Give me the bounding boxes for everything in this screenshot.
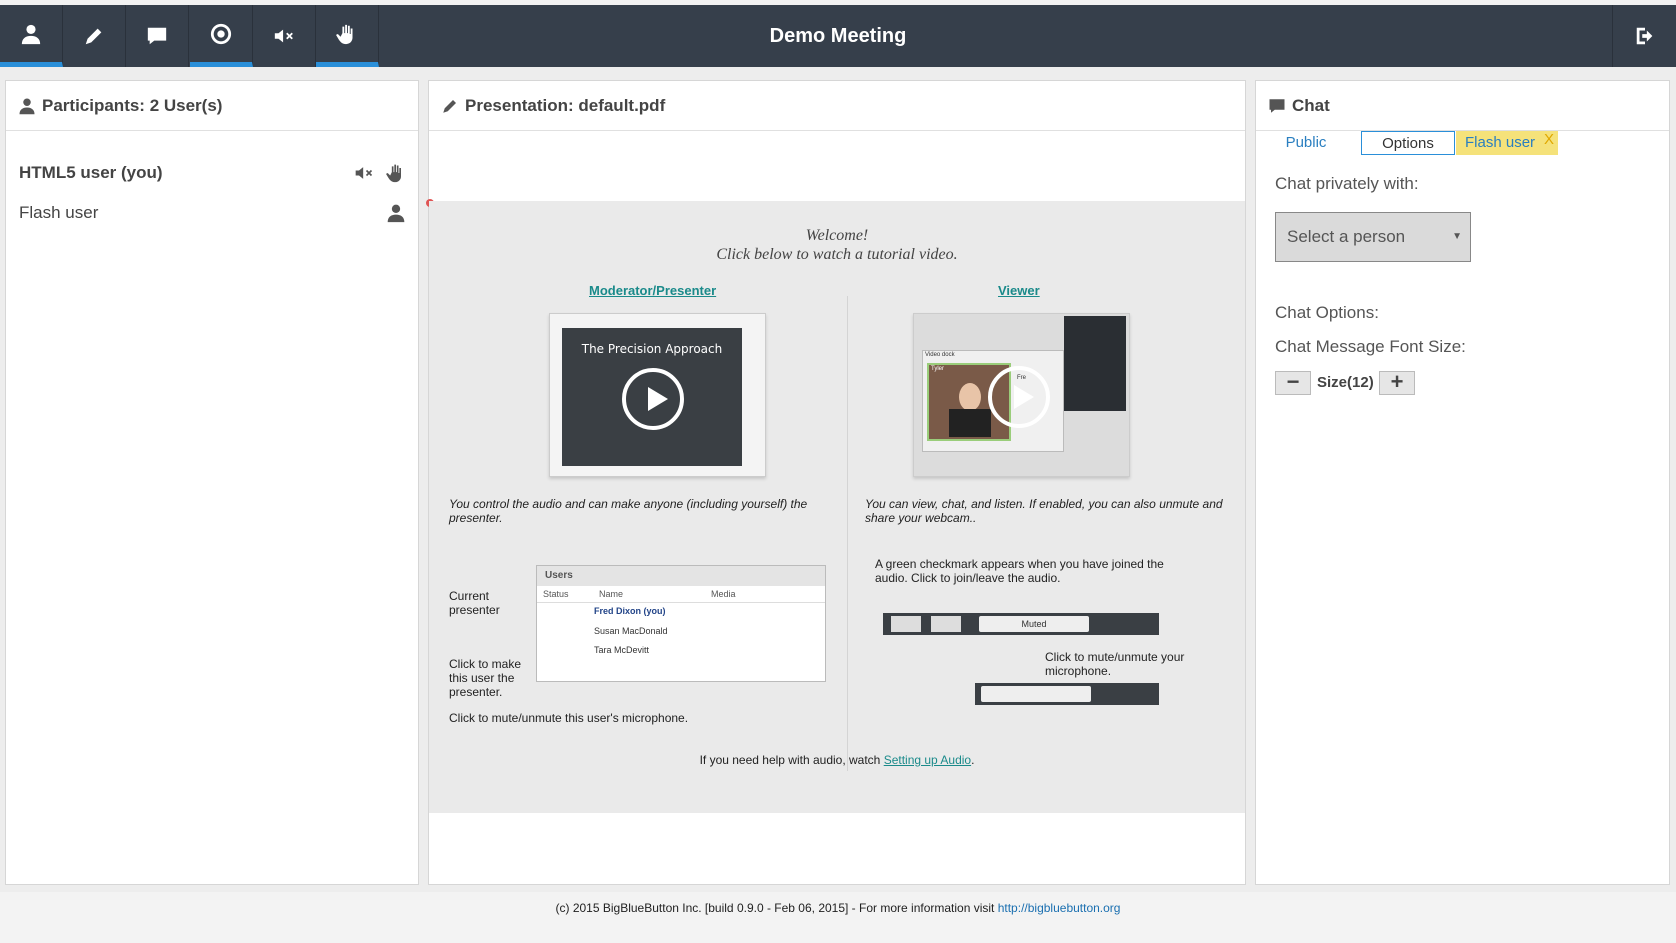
participant-row[interactable]: Flash user	[6, 193, 418, 233]
participant-name: HTML5 user (you)	[19, 163, 163, 182]
moderator-desc: You control the audio and can make anyon…	[449, 497, 808, 525]
users-button[interactable]	[0, 5, 63, 67]
audio-help-prefix: If you need help with audio, watch	[699, 753, 884, 767]
raise-hand-button[interactable]	[316, 5, 379, 67]
users-window-header: Status Name Media	[537, 586, 825, 603]
font-size-value: Size(12)	[1317, 374, 1374, 391]
viewer-video-thumb[interactable]: Video dock Tyler Fre	[913, 313, 1130, 477]
audio-bar-illustration: Muted	[883, 613, 1159, 635]
viewer-link[interactable]: Viewer	[998, 283, 1040, 298]
presentation-button[interactable]	[63, 5, 126, 67]
shirt	[949, 409, 991, 437]
webcam-icon	[931, 616, 961, 632]
pencil-icon	[85, 28, 102, 45]
footer-link[interactable]: http://bigbluebutton.org	[998, 901, 1121, 915]
logout-icon	[1636, 27, 1652, 45]
presentation-header: Presentation: default.pdf	[429, 81, 1245, 131]
hand-icon	[336, 24, 353, 44]
moderator-video-thumb[interactable]: The Precision Approach	[549, 313, 766, 477]
footer-text: (c) 2015 BigBlueButton Inc. [build 0.9.0…	[555, 901, 998, 915]
user-icon	[19, 98, 35, 114]
decrease-font-button[interactable]: −	[1275, 371, 1311, 395]
col-media: Media	[711, 589, 736, 599]
chat-privately-label: Chat privately with:	[1275, 174, 1419, 193]
hand-icon[interactable]	[386, 163, 406, 183]
viewer-desc: You can view, chat, and listen. If enabl…	[865, 497, 1223, 525]
mute-button[interactable]	[253, 5, 316, 67]
users-window-title: Users	[537, 566, 825, 586]
row-fred: Fred Dixon (you)	[594, 606, 666, 616]
slide-subtitle: Click below to watch a tutorial video.	[716, 246, 958, 263]
footer: (c) 2015 BigBlueButton Inc. [build 0.9.0…	[0, 892, 1676, 943]
audio-bar-illustration-2	[975, 683, 1159, 705]
chat-title: Chat	[1292, 95, 1330, 115]
current-presenter-note: Current presenter	[449, 589, 500, 617]
tab-public[interactable]: Public	[1256, 131, 1356, 155]
mic-button	[981, 686, 1091, 702]
select-person-value: Select a person	[1287, 227, 1406, 246]
speaker-muted-icon[interactable]	[354, 163, 374, 183]
row-tara: Tara McDevitt	[594, 645, 650, 655]
participants-title: Participants: 2 User(s)	[42, 95, 223, 115]
user-icon	[21, 24, 41, 44]
row-susan: Susan MacDonald	[594, 626, 668, 636]
top-toolbar: Demo Meeting	[0, 5, 1676, 67]
col-status: Status	[543, 589, 569, 599]
audio-help: If you need help with audio, watch Setti…	[429, 753, 1245, 767]
chat-button[interactable]	[126, 5, 189, 67]
participants-header: Participants: 2 User(s)	[6, 81, 418, 131]
slide-divider	[847, 296, 848, 771]
make-presenter-note: Click to make this user the presenter.	[449, 657, 522, 699]
col-name: Name	[599, 589, 624, 599]
logout-button[interactable]	[1612, 5, 1676, 67]
headset-icon	[891, 616, 921, 632]
chat-bubble-icon	[147, 27, 167, 45]
pencil-icon	[443, 99, 456, 113]
select-person-dropdown[interactable]: Select a person ▼	[1275, 212, 1471, 262]
green-check-note: A green checkmark appears when you have …	[875, 557, 1164, 585]
users-window-illustration: Users Status Name Media Fred Dixon (you)…	[536, 565, 826, 682]
lifebuoy-icon	[210, 23, 232, 44]
participants-panel: Participants: 2 User(s) HTML5 user (you)…	[5, 80, 419, 885]
chat-options-label: Chat Options:	[1275, 303, 1379, 322]
dropdown-arrow-icon: ▼	[1452, 231, 1462, 242]
video-title: The Precision Approach	[581, 342, 723, 356]
slide-welcome: Welcome!	[805, 227, 869, 244]
tab-flash-user-label: Flash user	[1465, 134, 1536, 151]
play-icon	[622, 368, 684, 430]
tab-options[interactable]: Options	[1361, 131, 1455, 155]
close-tab-icon[interactable]: X	[1544, 128, 1554, 152]
chat-header: Chat	[1256, 81, 1669, 131]
speaker-muted-icon	[274, 29, 293, 43]
audio-help-suffix: .	[971, 753, 975, 767]
play-icon	[988, 366, 1050, 428]
tab-flash-user[interactable]: Flash user X	[1456, 131, 1558, 155]
setting-up-audio-link[interactable]: Setting up Audio	[884, 753, 971, 767]
presentation-slide[interactable]: Welcome! Click below to watch a tutorial…	[429, 201, 1245, 813]
mute-user-note: Click to mute/unmute this user's microph…	[449, 711, 689, 725]
moderator-link[interactable]: Moderator/Presenter	[589, 283, 716, 298]
face	[959, 383, 981, 411]
font-size-label: Chat Message Font Size:	[1275, 337, 1466, 356]
presentation-title: Presentation: default.pdf	[465, 95, 666, 115]
increase-font-button[interactable]: +	[1379, 371, 1415, 395]
participant-row[interactable]: HTML5 user (you)	[6, 153, 418, 193]
muted-button: Muted	[979, 616, 1089, 632]
mute-yours-note: Click to mute/unmute your microphone.	[1045, 650, 1185, 678]
chalkboard-piece	[1064, 316, 1126, 411]
settings-button[interactable]	[190, 5, 253, 67]
participant-name: Flash user	[19, 203, 99, 222]
tyler-label: Tyler	[931, 366, 945, 372]
presentation-panel: Presentation: default.pdf Welcome! Click…	[426, 80, 1246, 885]
video-dock-label: Video dock	[925, 352, 955, 358]
user-icon	[387, 204, 405, 223]
chat-panel: Chat Public Options Flash user X Chat pr…	[1255, 80, 1670, 885]
chat-bubble-icon	[1269, 98, 1285, 113]
